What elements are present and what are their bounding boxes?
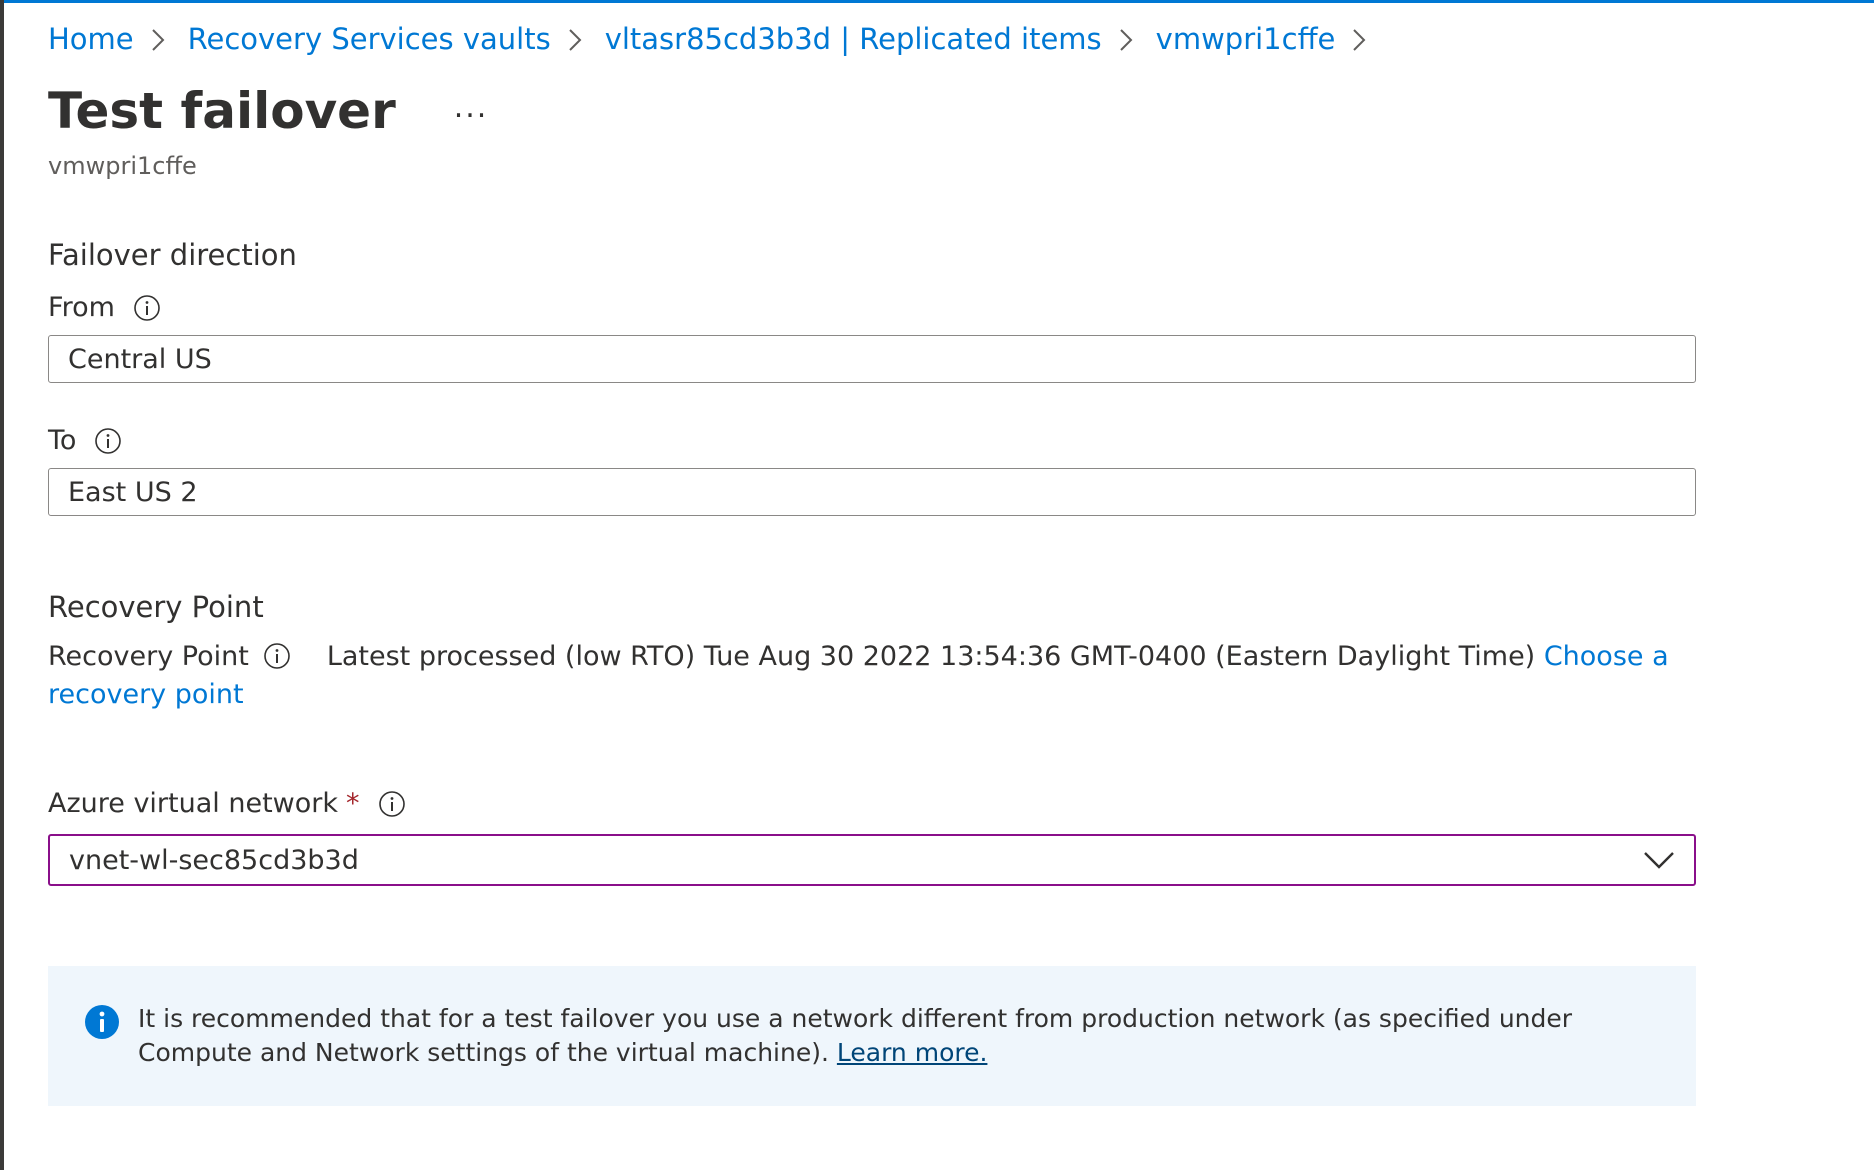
breadcrumb-vm[interactable]: vmwpri1cffe (1156, 22, 1336, 56)
left-edge-strip (0, 0, 4, 1170)
chevron-right-icon (1335, 24, 1389, 54)
to-label-row: To (48, 425, 122, 456)
chevron-right-icon (551, 24, 605, 54)
page-subtitle: vmwpri1cffe (48, 152, 197, 180)
chevron-right-icon (1102, 24, 1156, 54)
recovery-point-row: Recovery Point Latest processed (low RTO… (48, 638, 1688, 714)
failover-direction-heading: Failover direction (48, 238, 297, 272)
info-icon[interactable] (94, 427, 122, 455)
network-label: Azure virtual network (48, 788, 339, 819)
breadcrumb-recovery-services-vaults[interactable]: Recovery Services vaults (188, 22, 551, 56)
info-icon[interactable] (263, 642, 291, 670)
info-filled-icon (85, 1005, 119, 1039)
info-banner: It is recommended that for a test failov… (48, 966, 1696, 1106)
info-icon[interactable] (378, 790, 406, 818)
required-indicator: * (346, 788, 360, 819)
page-title: Test failover (48, 82, 396, 140)
more-options-button[interactable]: ... (446, 90, 497, 125)
to-region-field[interactable] (48, 468, 1696, 516)
from-region-field[interactable] (48, 335, 1696, 383)
top-accent-bar (0, 0, 1874, 3)
from-label: From (48, 292, 115, 323)
recovery-point-value: Latest processed (low RTO) Tue Aug 30 20… (326, 641, 1536, 672)
chevron-right-icon (134, 24, 188, 54)
to-label: To (48, 425, 77, 456)
info-icon[interactable] (133, 294, 161, 322)
recovery-point-label: Recovery Point (48, 641, 249, 672)
breadcrumb-replicated-items[interactable]: vltasr85cd3b3d | Replicated items (605, 22, 1102, 56)
title-row: Test failover ... (48, 82, 496, 140)
network-label-row: Azure virtual network * (48, 788, 406, 819)
virtual-network-selected: vnet-wl-sec85cd3b3d (69, 844, 359, 876)
recovery-point-heading: Recovery Point (48, 590, 264, 624)
from-label-row: From (48, 292, 161, 323)
chevron-down-icon (1644, 852, 1674, 869)
breadcrumb-home[interactable]: Home (48, 22, 134, 56)
learn-more-link[interactable]: Learn more. (837, 1038, 988, 1067)
virtual-network-dropdown[interactable]: vnet-wl-sec85cd3b3d (48, 834, 1696, 886)
breadcrumb: Home Recovery Services vaults vltasr85cd… (48, 22, 1389, 56)
